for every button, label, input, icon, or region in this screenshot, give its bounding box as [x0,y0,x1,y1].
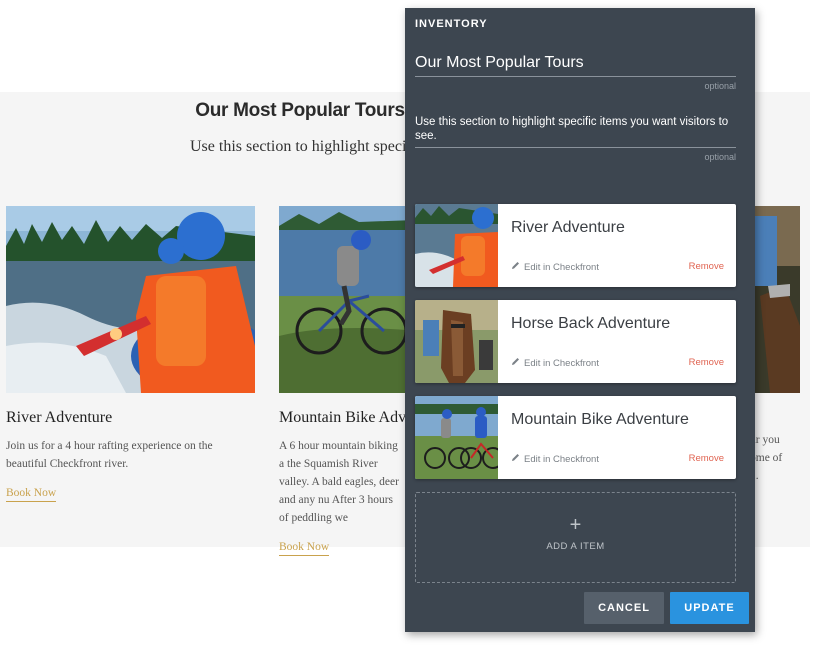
cancel-button[interactable]: CANCEL [584,592,664,624]
add-item-label: ADD A ITEM [546,541,605,552]
edit-label: Edit in Checkfront [524,453,599,465]
update-button[interactable]: UPDATE [670,592,749,624]
book-now-link[interactable]: Book Now [6,487,57,502]
edit-label: Edit in Checkfront [524,357,599,369]
remove-item-button[interactable]: Remove [689,261,724,272]
inventory-item-horse[interactable]: Horse Back Adventure Edit in Checkfront … [415,300,736,383]
description-field-underline [415,147,736,148]
panel-label: INVENTORY [415,18,488,30]
description-field-hint: optional [704,152,736,162]
tour-description: Join us for a 4 hour rafting experience … [6,440,213,470]
edit-in-checkfront-link[interactable]: Edit in Checkfront [511,453,599,465]
plus-icon: + [569,514,582,536]
edit-in-checkfront-link[interactable]: Edit in Checkfront [511,261,599,273]
description-field[interactable]: Use this section to highlight specific i… [415,115,736,162]
river-adventure-photo [6,206,255,393]
inventory-item-mountain-bike[interactable]: Mountain Bike Adventure Edit in Checkfro… [415,396,736,479]
tour-description: ur you ome of ... [750,434,783,482]
edit-in-checkfront-link[interactable]: Edit in Checkfront [511,357,599,369]
title-field-hint: optional [704,81,736,91]
pencil-icon [511,357,520,369]
book-now-link[interactable]: Book Now [279,541,330,556]
title-field[interactable]: Our Most Popular Tours optional [415,54,736,91]
inventory-editor-panel: INVENTORY Our Most Popular Tours optiona… [405,8,755,632]
item-name: Horse Back Adventure [511,315,671,332]
title-field-underline [415,76,736,77]
horse-back-photo [750,206,800,393]
remove-item-button[interactable]: Remove [689,357,724,368]
river-thumbnail [415,204,498,287]
pencil-icon [511,261,520,273]
mountain-bike-thumbnail [415,396,498,479]
pencil-icon [511,453,520,465]
remove-item-button[interactable]: Remove [689,453,724,464]
horse-thumbnail [415,300,498,383]
title-field-value[interactable]: Our Most Popular Tours [415,54,736,72]
tour-title: River Adventure [6,409,113,426]
item-name: Mountain Bike Adventure [511,411,689,428]
edit-label: Edit in Checkfront [524,261,599,273]
section-subtitle: Use this section to highlight speci [190,138,407,155]
add-item-button[interactable]: + ADD A ITEM [415,492,736,583]
inventory-item-river[interactable]: River Adventure Edit in Checkfront Remov… [415,204,736,287]
item-name: River Adventure [511,219,625,236]
tour-description: A 6 hour mountain biking a the Squamish … [279,440,399,524]
description-field-value[interactable]: Use this section to highlight specific i… [415,115,736,143]
tour-card-horse: ur you ome of ... [750,206,800,485]
tour-card-river: River Adventure Join us for a 4 hour raf… [6,206,256,502]
